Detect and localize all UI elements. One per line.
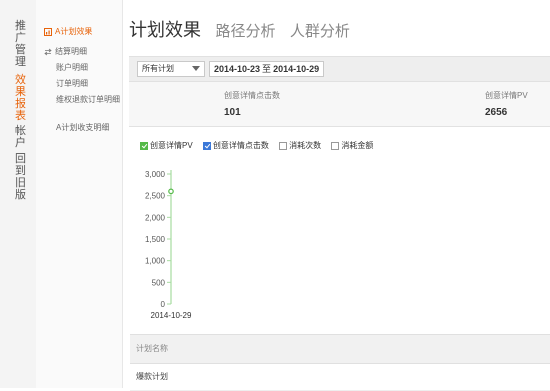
submenu-item-refund-order-detail[interactable]: 维权退款订单明细 xyxy=(56,94,122,105)
y-tick-label: 2,500 xyxy=(145,192,166,201)
nav-effect-report[interactable]: 效果报表 xyxy=(15,74,29,122)
submenu-item-settlement[interactable]: 结算明细 xyxy=(44,46,87,57)
submenu-item-order-detail[interactable]: 订单明细 xyxy=(56,78,88,89)
plan-select[interactable]: 所有计划 xyxy=(137,61,205,77)
x-axis: 2014-10-29 xyxy=(151,311,192,320)
date-range-picker[interactable]: 2014-10-23 至 2014-10-29 xyxy=(209,61,325,77)
tab-audience-analysis[interactable]: 人群分析 xyxy=(290,20,350,41)
nav-back-to-old[interactable]: 回到旧版 xyxy=(15,153,29,201)
submenu-item-a-plan-finance[interactable]: A计划收支明细 xyxy=(56,122,109,133)
submenu-label: A计划效果 xyxy=(55,27,93,36)
legend-item-pv[interactable]: 创意详情PV xyxy=(140,140,193,151)
chart-legend: 创意详情PV 创意详情点击数 消耗次数 消耗金额 xyxy=(140,140,381,151)
y-tick-label: 0 xyxy=(161,300,166,309)
submenu-item-account-detail[interactable]: 账户明细 xyxy=(56,62,88,73)
stat-label: 创意详情PV xyxy=(485,91,528,100)
checkbox-icon[interactable] xyxy=(331,141,340,150)
y-tick-label: 500 xyxy=(152,278,166,287)
stats-summary: 创意详情点击数 101 创意详情PV 2656 xyxy=(129,82,550,127)
nav-label: 推广管理 xyxy=(15,20,26,68)
dropdown-caret-icon xyxy=(192,66,200,71)
tab-bar: 计划效果 路径分析 人群分析 xyxy=(129,16,360,42)
y-axis: 3,000 2,500 2,000 1,500 1,000 500 0 xyxy=(145,170,172,309)
table-row[interactable]: 爆款计划 xyxy=(130,364,550,391)
checkbox-checked-icon[interactable] xyxy=(140,141,148,150)
nav-label: 效果报表 xyxy=(15,74,26,122)
transfer-icon xyxy=(44,48,52,56)
stat-value: 101 xyxy=(224,107,241,118)
report-icon xyxy=(44,27,52,36)
legend-label: 消耗次数 xyxy=(289,141,322,150)
legend-item-consume-count[interactable]: 消耗次数 xyxy=(279,140,321,151)
date-separator: 至 xyxy=(262,64,272,74)
y-tick-label: 3,000 xyxy=(145,170,166,179)
stat-value: 2656 xyxy=(485,107,508,118)
checkbox-icon[interactable] xyxy=(279,141,288,150)
nav-label: 回到旧版 xyxy=(15,153,26,201)
nav-label: 帐户 xyxy=(15,125,26,149)
y-tick-label: 2,000 xyxy=(145,213,166,222)
legend-label: 创意详情PV xyxy=(150,141,193,150)
data-point[interactable] xyxy=(168,188,174,195)
y-tick-label: 1,500 xyxy=(145,235,166,244)
series-points xyxy=(168,188,174,195)
nav-account[interactable]: 帐户 xyxy=(15,125,29,149)
submenu-label: 结算明细 xyxy=(55,47,87,56)
line-chart: 3,000 2,500 2,000 1,500 1,000 500 0 2014-10-29 xyxy=(145,170,192,320)
stat-clicks: 创意详情点击数 101 xyxy=(224,90,280,118)
stat-label: 创意详情点击数 xyxy=(224,91,280,100)
tab-path-analysis[interactable]: 路径分析 xyxy=(215,20,275,41)
y-tick-label: 1,000 xyxy=(145,257,166,266)
table-header-plan-name: 计划名称 xyxy=(130,334,550,364)
date-from: 2014-10-23 xyxy=(214,64,261,74)
sub-menu: A计划效果 结算明细 账户明细 订单明细 维权退款订单明细 A计划收支明细 ‹ xyxy=(36,0,151,388)
plan-select-value: 所有计划 xyxy=(142,64,174,73)
legend-item-clicks[interactable]: 创意详情点击数 xyxy=(202,140,269,151)
tab-plan-effect[interactable]: 计划效果 xyxy=(129,16,201,42)
legend-label: 消耗金额 xyxy=(341,141,374,150)
legend-label: 创意详情点击数 xyxy=(212,141,269,150)
checkbox-checked-icon[interactable] xyxy=(202,141,211,150)
filter-bar: 所有计划 2014-10-23 至 2014-10-29 xyxy=(129,56,550,82)
left-nav: 推广管理 效果报表 帐户 回到旧版 xyxy=(0,0,37,388)
x-tick-label: 2014-10-29 xyxy=(151,311,192,320)
legend-item-consume-amount[interactable]: 消耗金额 xyxy=(331,140,373,151)
date-to: 2014-10-29 xyxy=(273,64,320,74)
submenu-item-a-plan-effect[interactable]: A计划效果 xyxy=(44,26,92,37)
plan-table: 计划名称 爆款计划 xyxy=(130,334,550,391)
nav-promotion-management[interactable]: 推广管理 xyxy=(15,20,29,68)
stat-pv: 创意详情PV 2656 xyxy=(485,90,528,118)
